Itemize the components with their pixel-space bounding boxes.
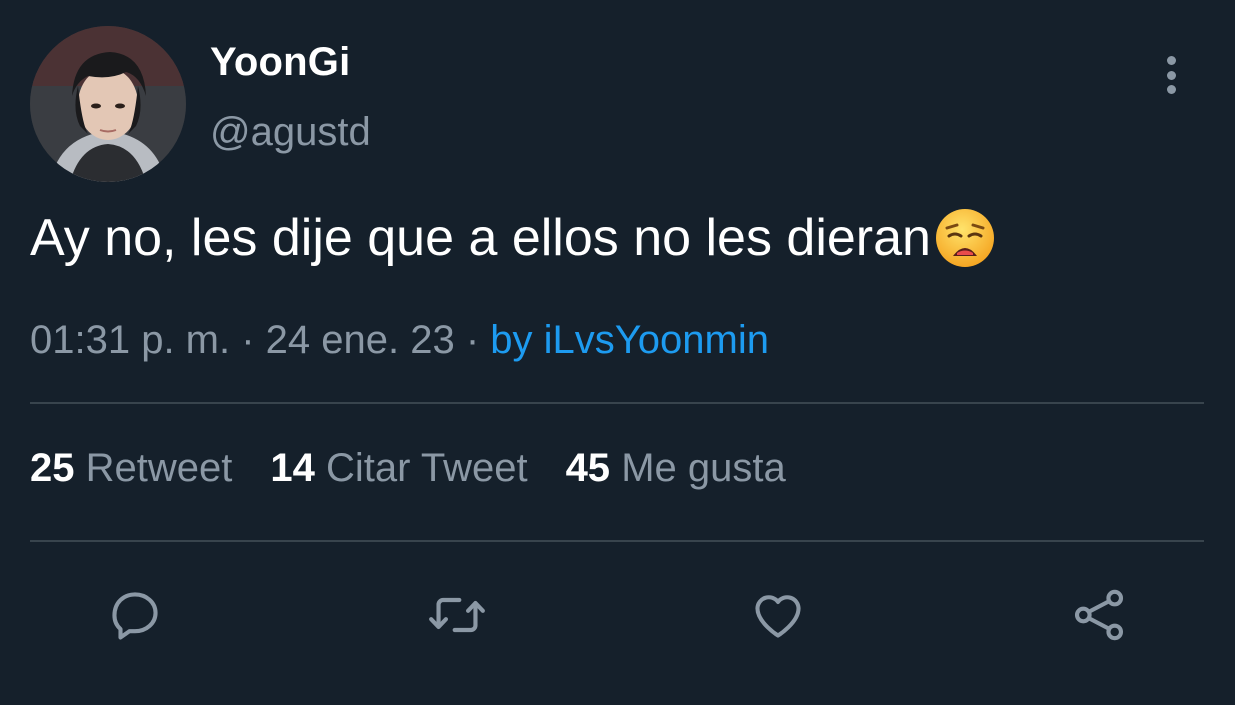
like-count-link[interactable]: 45 Me gusta	[566, 446, 786, 491]
weary-face-emoji-icon	[935, 209, 994, 267]
more-options-dot	[1166, 70, 1176, 80]
stat-count: 45	[565, 446, 611, 490]
divider	[30, 402, 1204, 404]
stat-count: 25	[30, 446, 75, 490]
retweet-icon	[429, 597, 485, 633]
tweet-detail: YoonGi @agustd Ay no, les dije que a ell…	[0, 0, 1235, 705]
stat-label: Citar Tweet	[326, 446, 528, 490]
tweet-metadata: 01:31 p. m. · 24 ene. 23 · by iLvsYoonmi…	[30, 318, 769, 363]
reply-icon	[112, 592, 158, 640]
stat-label: Me gusta	[621, 446, 786, 490]
divider	[30, 540, 1204, 542]
share-icon	[1074, 589, 1124, 641]
tweet-text-content: Ay no, les dije que a ellos no les diera…	[30, 209, 931, 267]
retweet-count-link[interactable]: 25 Retweet	[30, 446, 232, 491]
more-options-dot	[1166, 85, 1176, 94]
share-button[interactable]	[1069, 585, 1129, 645]
tweet-date: 24 ene. 23	[265, 318, 455, 362]
tweet-source-link[interactable]: by iLvsYoonmin	[490, 318, 769, 362]
more-options-button[interactable]	[1150, 52, 1192, 98]
meta-separator: ·	[230, 318, 266, 362]
reply-button[interactable]	[105, 585, 165, 645]
retweet-button[interactable]	[427, 585, 487, 645]
stat-label: Retweet	[85, 446, 233, 490]
like-button[interactable]	[748, 585, 808, 645]
tweet-time: 01:31 p. m.	[30, 318, 231, 362]
stat-count: 14	[270, 446, 315, 490]
avatar-image	[30, 26, 186, 182]
meta-separator: ·	[454, 318, 491, 362]
like-icon	[755, 595, 801, 638]
more-options-icon	[1166, 56, 1176, 65]
tweet-text: Ay no, les dije que a ellos no les diera…	[30, 206, 997, 270]
author-handle[interactable]: @agustd	[210, 110, 371, 155]
tweet-stats: 25 Retweet 14 Citar Tweet 45 Me gusta	[30, 446, 824, 491]
avatar[interactable]	[30, 26, 186, 182]
author-display-name[interactable]: YoonGi	[210, 40, 350, 85]
quote-count-link[interactable]: 14 Citar Tweet	[270, 446, 527, 491]
